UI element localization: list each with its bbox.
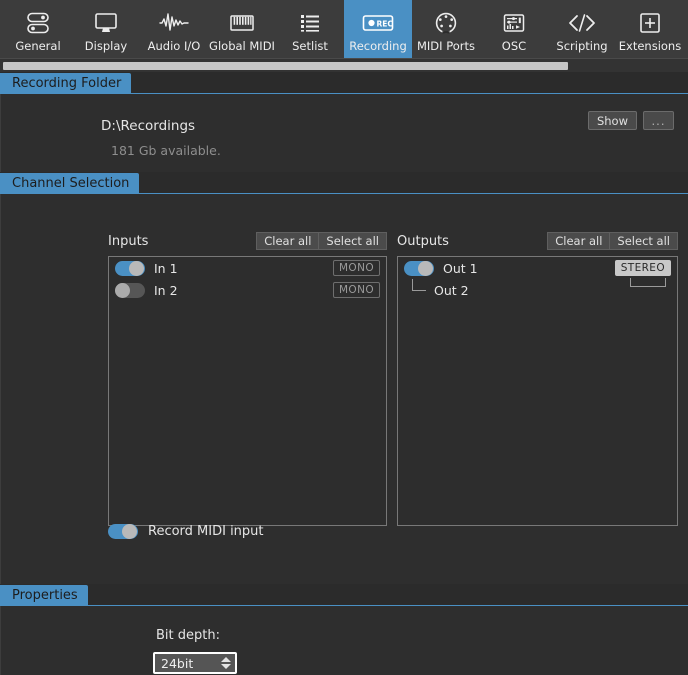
- settings-toolbar: General Display Audio I/O Global MIDI Se…: [0, 0, 688, 58]
- section-tab-label: Channel Selection: [0, 173, 140, 194]
- toolbar-tab-label: Global MIDI: [209, 38, 275, 53]
- outputs-button-group: Clear all Select all: [547, 232, 678, 250]
- input-mode-badge[interactable]: MONO: [332, 260, 380, 276]
- midi-din-icon: [433, 10, 459, 36]
- toolbar-tab-label: Extensions: [618, 38, 682, 53]
- browse-folder-button[interactable]: ...: [643, 111, 674, 130]
- code-brackets-icon: [566, 10, 598, 36]
- list-item[interactable]: In 1 MONO: [109, 257, 386, 279]
- channel-selection-body: Inputs Clear all Select all In 1 MONO In…: [0, 194, 688, 584]
- input-enable-toggle[interactable]: [115, 260, 145, 276]
- spinner-arrows-icon[interactable]: [221, 657, 231, 669]
- record-midi-input-row[interactable]: Record MIDI input: [108, 524, 264, 539]
- rec-badge-icon: REC: [360, 10, 396, 36]
- inputs-clear-all-button[interactable]: Clear all: [256, 232, 319, 250]
- svg-text:REC: REC: [377, 19, 394, 28]
- toolbar-tab-osc[interactable]: OSC: [480, 0, 548, 58]
- outputs-list[interactable]: Out 1 STEREO Out 2: [397, 256, 678, 526]
- toolbar-tab-display[interactable]: Display: [72, 0, 140, 58]
- list-icon: [297, 10, 323, 36]
- section-header-channel-selection: Channel Selection: [0, 172, 688, 194]
- piano-keys-icon: [228, 10, 256, 36]
- recording-folder-available: 181 Gb available.: [111, 143, 221, 158]
- toolbar-tab-midi-ports[interactable]: MIDI Ports: [412, 0, 480, 58]
- list-item[interactable]: Out 2: [398, 278, 677, 301]
- inputs-header: Inputs Clear all Select all: [108, 230, 387, 252]
- input-channel-label: In 2: [154, 282, 178, 298]
- outputs-header: Outputs Clear all Select all: [397, 230, 678, 252]
- toolbar-tab-global-midi[interactable]: Global MIDI: [208, 0, 276, 58]
- toolbar-tab-general[interactable]: General: [4, 0, 72, 58]
- section-header-recording-folder: Recording Folder: [0, 72, 688, 94]
- recording-settings-page: Recording Folder D:\Recordings 181 Gb av…: [0, 72, 688, 675]
- toolbar-tab-label: Setlist: [292, 38, 328, 53]
- outputs-clear-all-button[interactable]: Clear all: [547, 232, 610, 250]
- inputs-column: Inputs Clear all Select all In 1 MONO In…: [108, 230, 387, 526]
- recording-folder-path: D:\Recordings: [101, 118, 196, 134]
- record-midi-input-toggle[interactable]: [108, 524, 138, 539]
- outputs-select-all-button[interactable]: Select all: [609, 232, 678, 250]
- toolbar-tab-scripting[interactable]: Scripting: [548, 0, 616, 58]
- toolbar-tab-setlist[interactable]: Setlist: [276, 0, 344, 58]
- output-channel-label: Out 2: [434, 282, 469, 298]
- recording-folder-body: D:\Recordings 181 Gb available. Show ...: [0, 94, 688, 172]
- toolbar-tab-label: MIDI Ports: [416, 38, 475, 53]
- toolbar-tab-extensions[interactable]: Extensions: [616, 0, 684, 58]
- input-enable-toggle[interactable]: [115, 282, 145, 298]
- outputs-column: Outputs Clear all Select all Out 1 STERE…: [397, 230, 678, 526]
- toolbar-tab-label: Display: [84, 38, 128, 53]
- inputs-list[interactable]: In 1 MONO In 2 MONO: [108, 256, 387, 526]
- toolbar-tab-recording[interactable]: REC Recording: [344, 0, 412, 58]
- toolbar-tab-audio-io[interactable]: Audio I/O: [140, 0, 208, 58]
- sliders-icon: [25, 10, 51, 36]
- section-header-properties: Properties: [0, 584, 688, 606]
- toolbar-tab-label: Recording: [349, 38, 407, 53]
- output-channel-label: Out 1: [443, 260, 478, 276]
- bit-depth-select[interactable]: 24bit: [153, 652, 237, 674]
- output-mode-badge[interactable]: STEREO: [614, 260, 671, 276]
- input-mode-badge[interactable]: MONO: [332, 282, 380, 298]
- toolbar-tab-label: Scripting: [556, 38, 608, 53]
- list-item[interactable]: In 2 MONO: [109, 279, 386, 301]
- toolbar-tab-label: Audio I/O: [147, 38, 201, 53]
- recording-folder-buttons: Show ...: [587, 111, 674, 130]
- input-channel-label: In 1: [154, 260, 178, 276]
- section-tab-label: Recording Folder: [0, 73, 132, 94]
- list-item[interactable]: Out 1 STEREO: [398, 257, 677, 287]
- stereo-link-bracket-icon: [404, 278, 434, 298]
- inputs-title: Inputs: [108, 233, 149, 249]
- scrollbar-thumb[interactable]: [3, 62, 568, 70]
- section-tab-label: Properties: [0, 585, 88, 606]
- spin-down-icon[interactable]: [221, 664, 231, 669]
- bit-depth-label: Bit depth:: [156, 628, 220, 643]
- record-midi-input-label: Record MIDI input: [148, 524, 264, 539]
- inputs-button-group: Clear all Select all: [256, 232, 387, 250]
- output-enable-toggle[interactable]: [404, 260, 434, 276]
- toolbar-tab-label: OSC: [501, 38, 527, 53]
- osc-panel-icon: [501, 10, 527, 36]
- spin-up-icon[interactable]: [221, 657, 231, 662]
- outputs-title: Outputs: [397, 233, 449, 249]
- show-folder-button[interactable]: Show: [587, 111, 637, 130]
- waveform-icon: [159, 10, 189, 36]
- toolbar-horizontal-scrollbar[interactable]: [0, 58, 688, 72]
- properties-body: Bit depth: 24bit: [0, 606, 688, 675]
- bit-depth-value: 24bit: [161, 655, 194, 671]
- monitor-icon: [93, 10, 119, 36]
- toolbar-tab-label: General: [15, 38, 61, 53]
- inputs-select-all-button[interactable]: Select all: [318, 232, 387, 250]
- plus-box-icon: [637, 10, 663, 36]
